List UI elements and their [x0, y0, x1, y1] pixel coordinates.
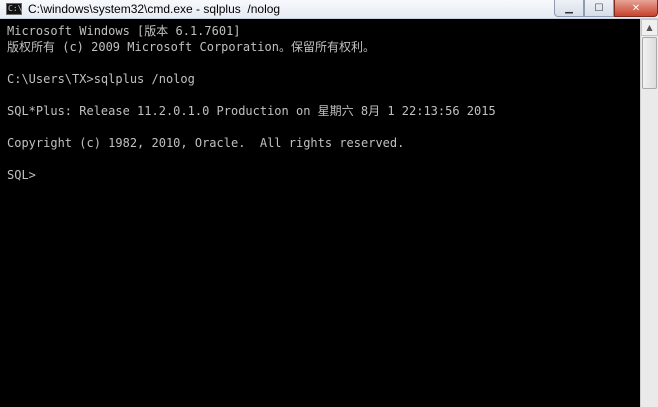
arrow-up-icon: ▲ — [646, 23, 653, 32]
window-title: C:\windows\system32\cmd.exe - sqlplus /n… — [28, 2, 281, 16]
console-line: 版权所有 (c) 2009 Microsoft Corporation。保留所有… — [7, 40, 375, 54]
maximize-button[interactable]: ☐ — [584, 0, 614, 17]
title-bar[interactable]: C:\ C:\windows\system32\cmd.exe - sqlplu… — [0, 0, 658, 19]
console-line: C:\Users\TX>sqlplus /nolog — [7, 72, 195, 86]
console-output[interactable]: Microsoft Windows [版本 6.1.7601] 版权所有 (c)… — [0, 19, 640, 407]
cmd-icon: C:\ — [6, 3, 23, 15]
sql-prompt: SQL> — [7, 168, 36, 182]
maximize-icon: ☐ — [594, 2, 604, 14]
minimize-button[interactable]: ▁ — [554, 0, 584, 17]
minimize-icon: ▁ — [565, 2, 573, 14]
scrollbar-thumb[interactable] — [642, 37, 657, 89]
console-line: SQL*Plus: Release 11.2.0.1.0 Production … — [7, 104, 496, 118]
scroll-up-button[interactable]: ▲ — [641, 19, 658, 36]
close-icon: ✕ — [631, 2, 641, 14]
window-controls: ▁ ☐ ✕ — [554, 0, 658, 19]
close-button[interactable]: ✕ — [614, 0, 658, 17]
console-line: Copyright (c) 1982, 2010, Oracle. All ri… — [7, 136, 405, 150]
vertical-scrollbar[interactable]: ▲ — [640, 19, 658, 407]
console-line: Microsoft Windows [版本 6.1.7601] — [7, 24, 241, 38]
